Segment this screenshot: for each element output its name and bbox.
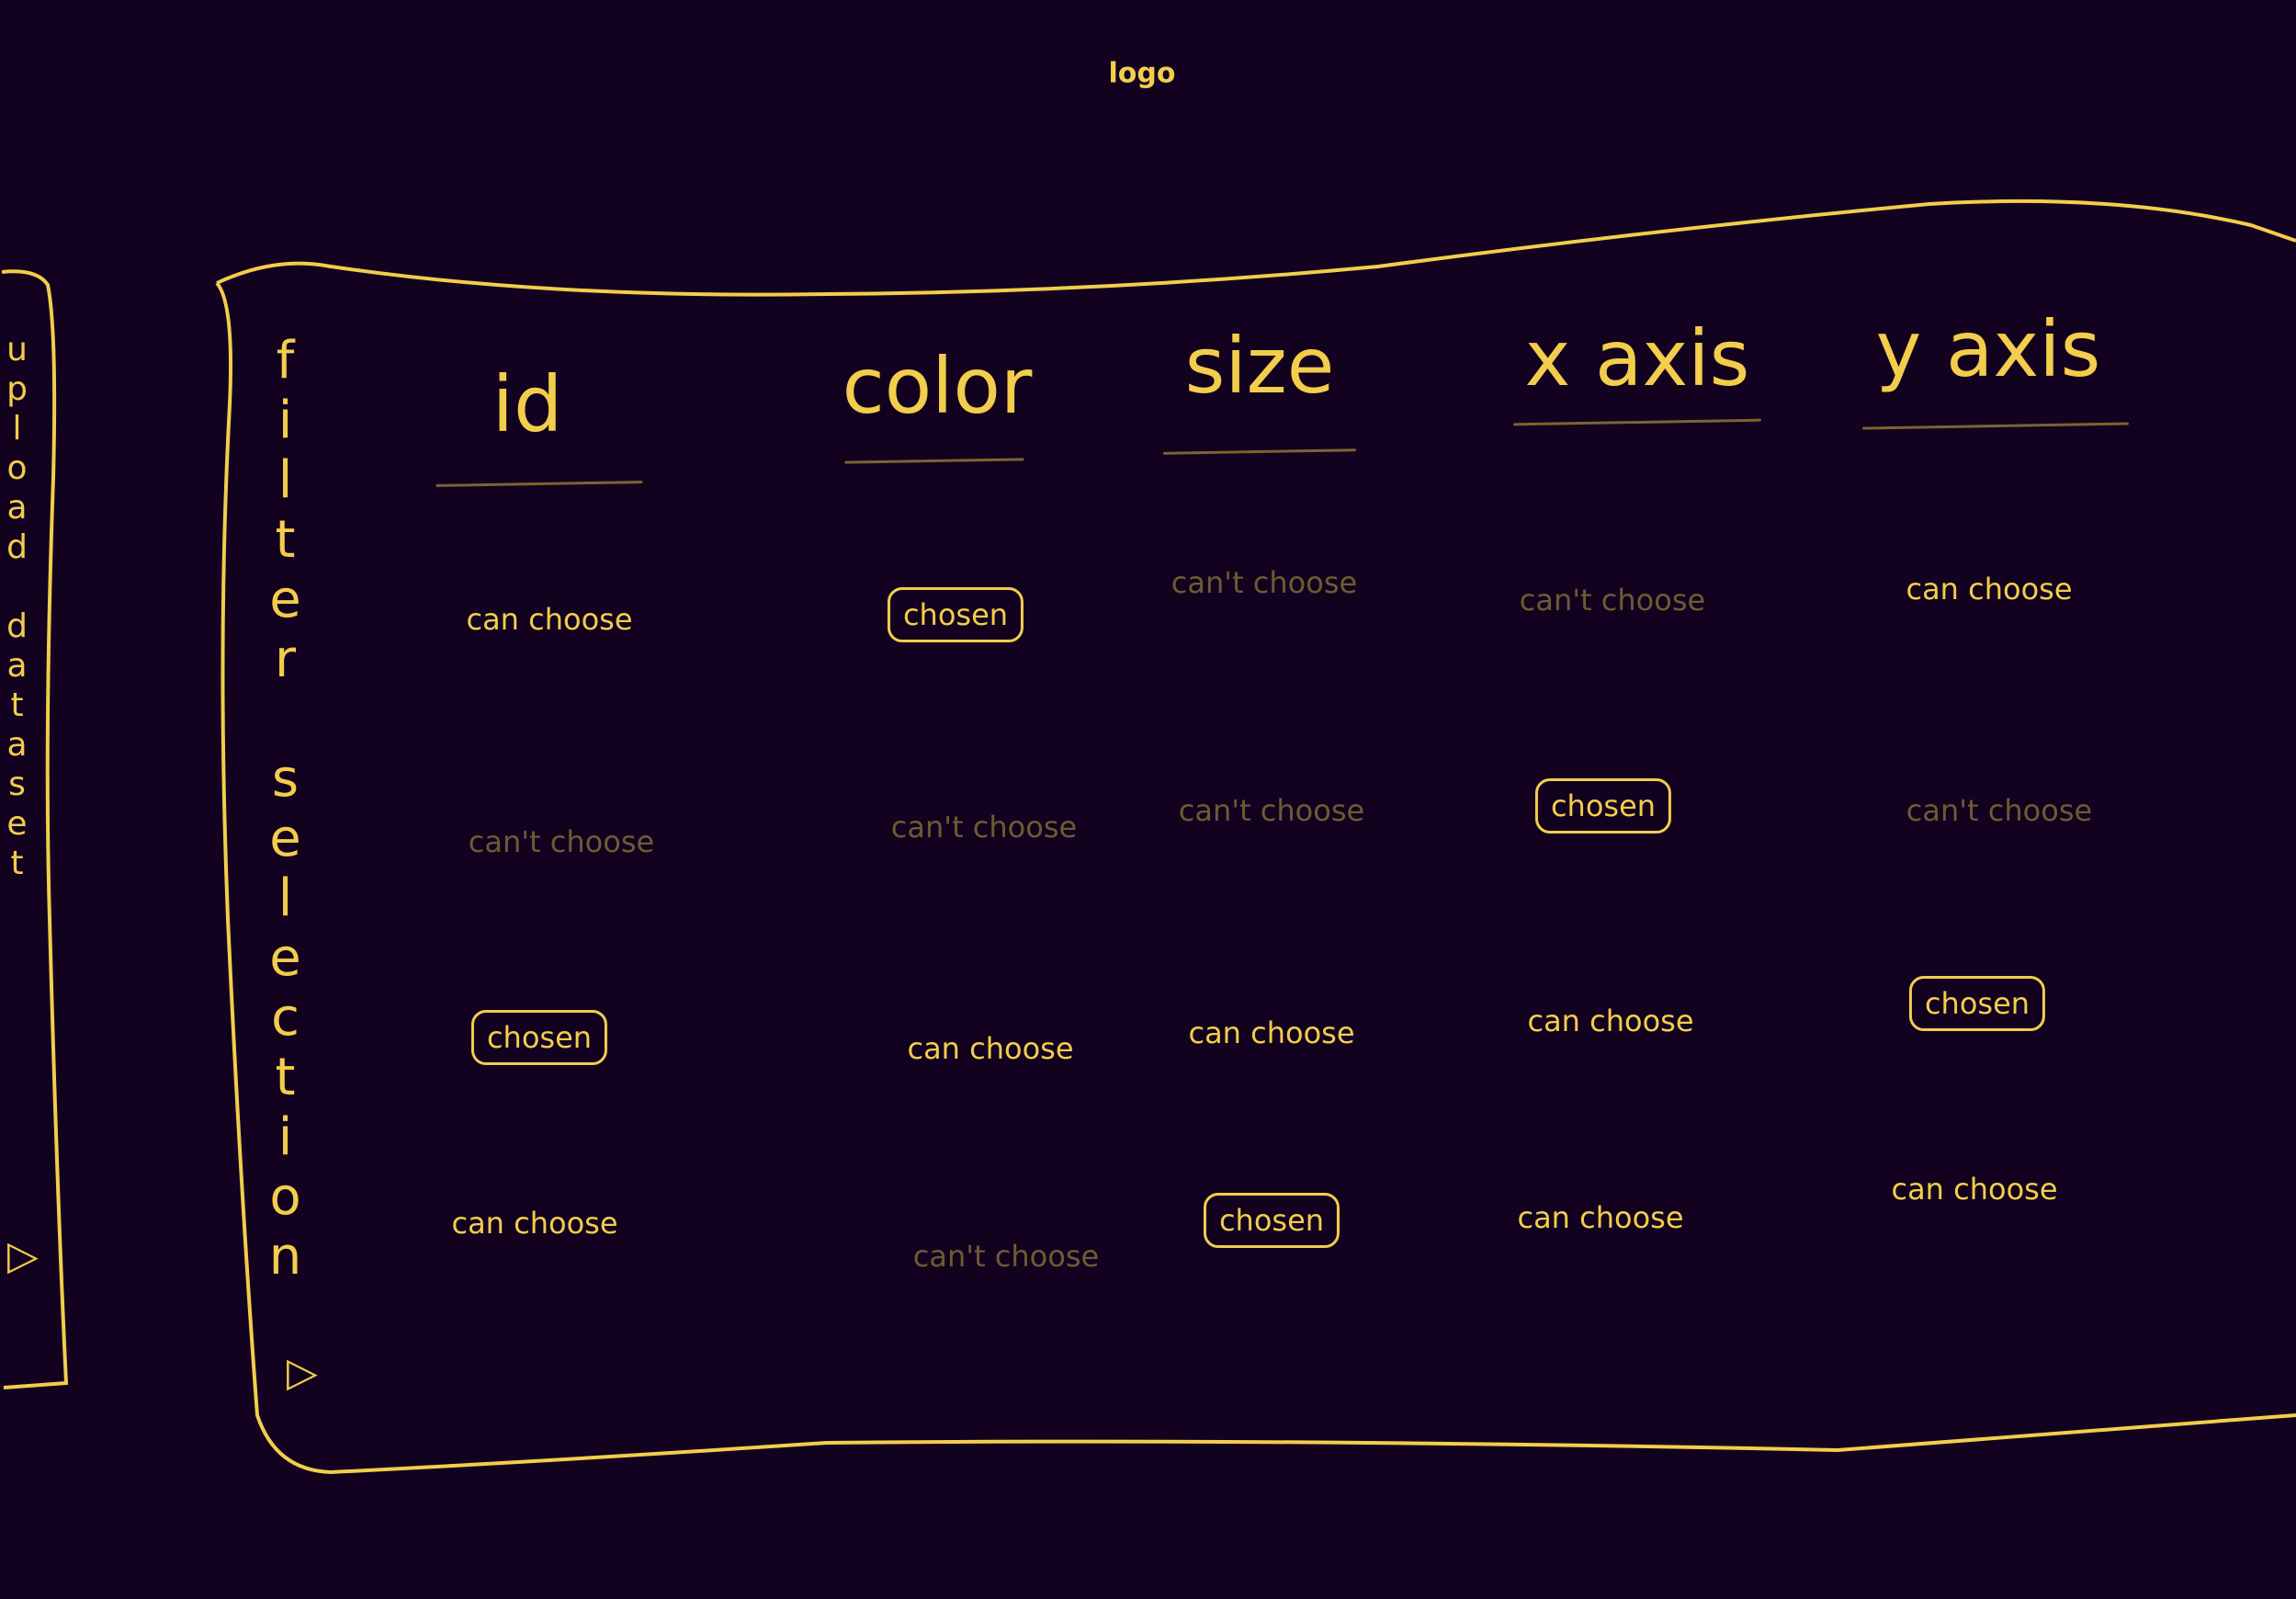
choosable-option-x-axis[interactable]: can choose (1504, 1193, 1696, 1242)
chosen-option-x-axis[interactable]: chosen (1534, 778, 1672, 834)
chosen-option-color[interactable]: chosen (887, 587, 1024, 642)
choosable-option-y-axis[interactable]: can choose (1878, 1164, 2070, 1214)
logo: logo (1108, 57, 1176, 90)
column-header-size: size (1184, 321, 1335, 411)
disabled-option-color: can't choose (890, 810, 1078, 845)
upload-submit-play-icon[interactable]: ▷ (7, 1236, 39, 1276)
disabled-option-size: can't choose (1171, 565, 1358, 600)
chosen-option-y-axis[interactable]: chosen (1908, 976, 2046, 1031)
choosable-option-x-axis[interactable]: can choose (1514, 996, 1706, 1046)
disabled-option-id: can't choose (468, 824, 655, 859)
disabled-option-color: can't choose (912, 1239, 1100, 1274)
upload-dataset-label: upload dataset (0, 331, 36, 884)
chosen-option-size[interactable]: chosen (1203, 1193, 1340, 1248)
disabled-option-y-axis: can't choose (1906, 793, 2093, 828)
choosable-option-y-axis[interactable]: can choose (1893, 564, 2085, 614)
choosable-option-color[interactable]: can choose (894, 1024, 1086, 1073)
choosable-option-size[interactable]: can choose (1175, 1008, 1367, 1058)
filter-selection-label: filter selection (255, 331, 315, 1287)
column-header-id: id (492, 359, 563, 449)
column-header-x-axis: x axis (1524, 313, 1750, 403)
disabled-option-size: can't choose (1178, 793, 1365, 828)
column-header-color: color (842, 341, 1033, 431)
filter-submit-play-icon[interactable]: ▷ (287, 1353, 318, 1393)
choosable-option-id[interactable]: can choose (438, 1198, 630, 1248)
disabled-option-x-axis: can't choose (1519, 583, 1706, 618)
chosen-option-id[interactable]: chosen (470, 1010, 608, 1065)
choosable-option-id[interactable]: can choose (453, 595, 645, 644)
column-header-y-axis: y axis (1875, 304, 2101, 394)
